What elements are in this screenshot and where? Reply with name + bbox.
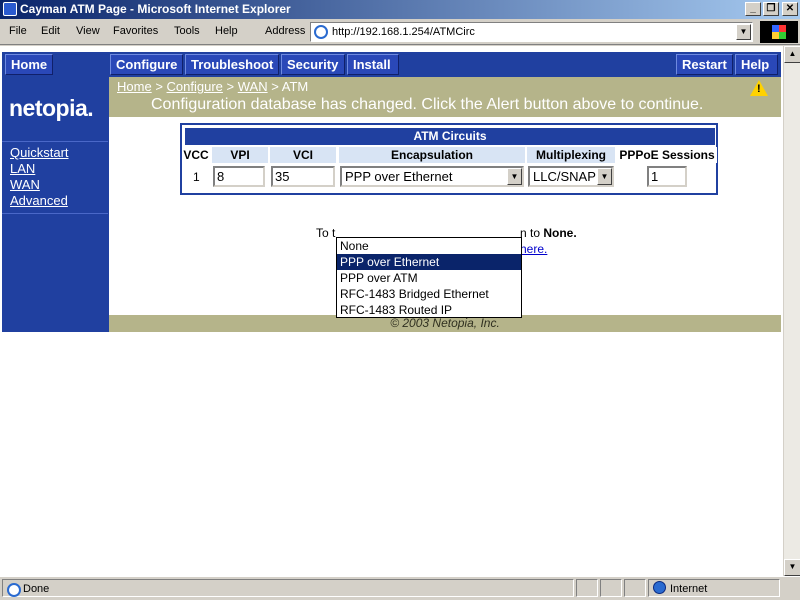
breadcrumb-current: ATM [281, 79, 309, 94]
minimize-button[interactable]: _ [745, 2, 761, 16]
option-rfc1483-routed[interactable]: RFC-1483 Routed IP [337, 302, 521, 318]
menu-edit[interactable]: Edit [41, 25, 60, 37]
restore-button[interactable]: ❐ [763, 2, 779, 16]
vci-input[interactable]: 35 [271, 166, 335, 187]
nav-restart[interactable]: Restart [676, 54, 733, 75]
sidebar-item-advanced[interactable]: Advanced [2, 193, 108, 209]
status-text: Done [23, 583, 50, 595]
pppoe-sessions-input[interactable]: 1 [647, 166, 687, 187]
nav-install[interactable]: Install [347, 54, 399, 75]
address-bar[interactable]: http://192.168.1.254/ATMCirc ▼ [310, 22, 753, 42]
scroll-down-icon[interactable]: ▼ [784, 559, 800, 576]
multiplexing-value: LLC/SNAP [533, 169, 596, 184]
header-vci: VCI [270, 147, 336, 163]
option-none[interactable]: None [337, 238, 521, 254]
note-text-end: n to None. [520, 226, 577, 240]
breadcrumb-wan[interactable]: WAN [238, 79, 268, 94]
sidebar-item-wan[interactable]: WAN [2, 177, 108, 193]
address-url[interactable]: http://192.168.1.254/ATMCirc [332, 26, 475, 38]
netopia-logo: netopia. [9, 95, 94, 121]
menu-file[interactable]: File [9, 25, 27, 37]
alert-message: Configuration database has changed. Clic… [151, 96, 704, 113]
multiplexing-select[interactable]: LLC/SNAP ▼ [528, 166, 614, 187]
table-title: ATM Circuits [185, 128, 715, 145]
option-rfc1483-bridged[interactable]: RFC-1483 Bridged Ethernet [337, 286, 521, 302]
sidebar-links: Quickstart LAN WAN Advanced [2, 141, 108, 214]
note-link[interactable]: here. [520, 242, 547, 256]
atm-circuits-table: ATM Circuits VCC VPI VCI Encapsulation M… [180, 123, 718, 195]
breadcrumb-configure[interactable]: Configure [167, 79, 223, 94]
encapsulation-dropdown-list[interactable]: None PPP over Ethernet PPP over ATM RFC-… [336, 237, 522, 318]
status-pane [624, 579, 646, 597]
chevron-down-icon[interactable]: ▼ [507, 168, 522, 185]
menu-tools[interactable]: Tools [174, 25, 200, 37]
page-content: Home Configure Troubleshoot Security Ins… [0, 46, 783, 576]
menu-view[interactable]: View [76, 25, 100, 37]
nav-troubleshoot[interactable]: Troubleshoot [185, 54, 279, 75]
chevron-down-icon[interactable]: ▼ [597, 168, 612, 185]
menu-favorites[interactable]: Favorites [113, 25, 158, 37]
status-bar: Done Internet [0, 576, 800, 600]
window-title: Cayman ATM Page - Microsoft Internet Exp… [20, 2, 291, 16]
alert-bar: Home > Configure > WAN > ATM Configurati… [109, 77, 781, 117]
nav-help[interactable]: Help [735, 54, 778, 75]
option-ppp-over-ethernet[interactable]: PPP over Ethernet [337, 254, 521, 270]
nav-home[interactable]: Home [5, 54, 53, 75]
zone-text: Internet [670, 583, 708, 595]
sidebar-item-quickstart[interactable]: Quickstart [2, 145, 108, 161]
windows-logo-icon [760, 21, 798, 43]
vpi-input[interactable]: 8 [213, 166, 265, 187]
warning-icon[interactable]: ! [750, 80, 768, 96]
sidebar: netopia. Quickstart LAN WAN Advanced [2, 77, 108, 332]
globe-icon [653, 581, 666, 594]
address-label: Address [265, 25, 306, 37]
status-pane [576, 579, 598, 597]
nav-security[interactable]: Security [281, 54, 345, 75]
encapsulation-value: PPP over Ethernet [345, 169, 453, 184]
encapsulation-select[interactable]: PPP over Ethernet ▼ [340, 166, 524, 187]
close-button[interactable]: ✕ [782, 2, 798, 16]
chevron-down-icon[interactable]: ▼ [736, 24, 751, 40]
header-multiplexing: Multiplexing [527, 147, 615, 163]
option-ppp-over-atm[interactable]: PPP over ATM [337, 270, 521, 286]
nav-configure[interactable]: Configure [110, 54, 183, 75]
breadcrumb: Home > Configure > WAN > ATM [117, 79, 309, 94]
sidebar-item-lan[interactable]: LAN [2, 161, 108, 177]
header-encapsulation: Encapsulation [339, 147, 525, 163]
page-icon [314, 25, 328, 39]
menu-help[interactable]: Help [215, 25, 238, 37]
browser-window: Cayman ATM Page - Microsoft Internet Exp… [0, 0, 800, 600]
status-pane-zone: Internet [648, 579, 780, 597]
vertical-scrollbar[interactable]: ▲ ▼ [783, 46, 800, 576]
ie-icon [3, 2, 17, 16]
scroll-up-icon[interactable]: ▲ [784, 46, 800, 63]
breadcrumb-home[interactable]: Home [117, 79, 152, 94]
status-pane [600, 579, 622, 597]
vcc-value: 1 [193, 170, 200, 184]
header-pppoe-sessions: PPPoE Sessions [617, 147, 717, 163]
title-bar: Cayman ATM Page - Microsoft Internet Exp… [0, 0, 800, 19]
note-text-start: To t [316, 226, 336, 240]
header-vcc: VCC [182, 147, 210, 163]
top-nav: Home Configure Troubleshoot Security Ins… [2, 52, 781, 77]
header-vpi: VPI [212, 147, 268, 163]
status-pane-main: Done [2, 579, 574, 597]
page-icon [7, 583, 21, 597]
